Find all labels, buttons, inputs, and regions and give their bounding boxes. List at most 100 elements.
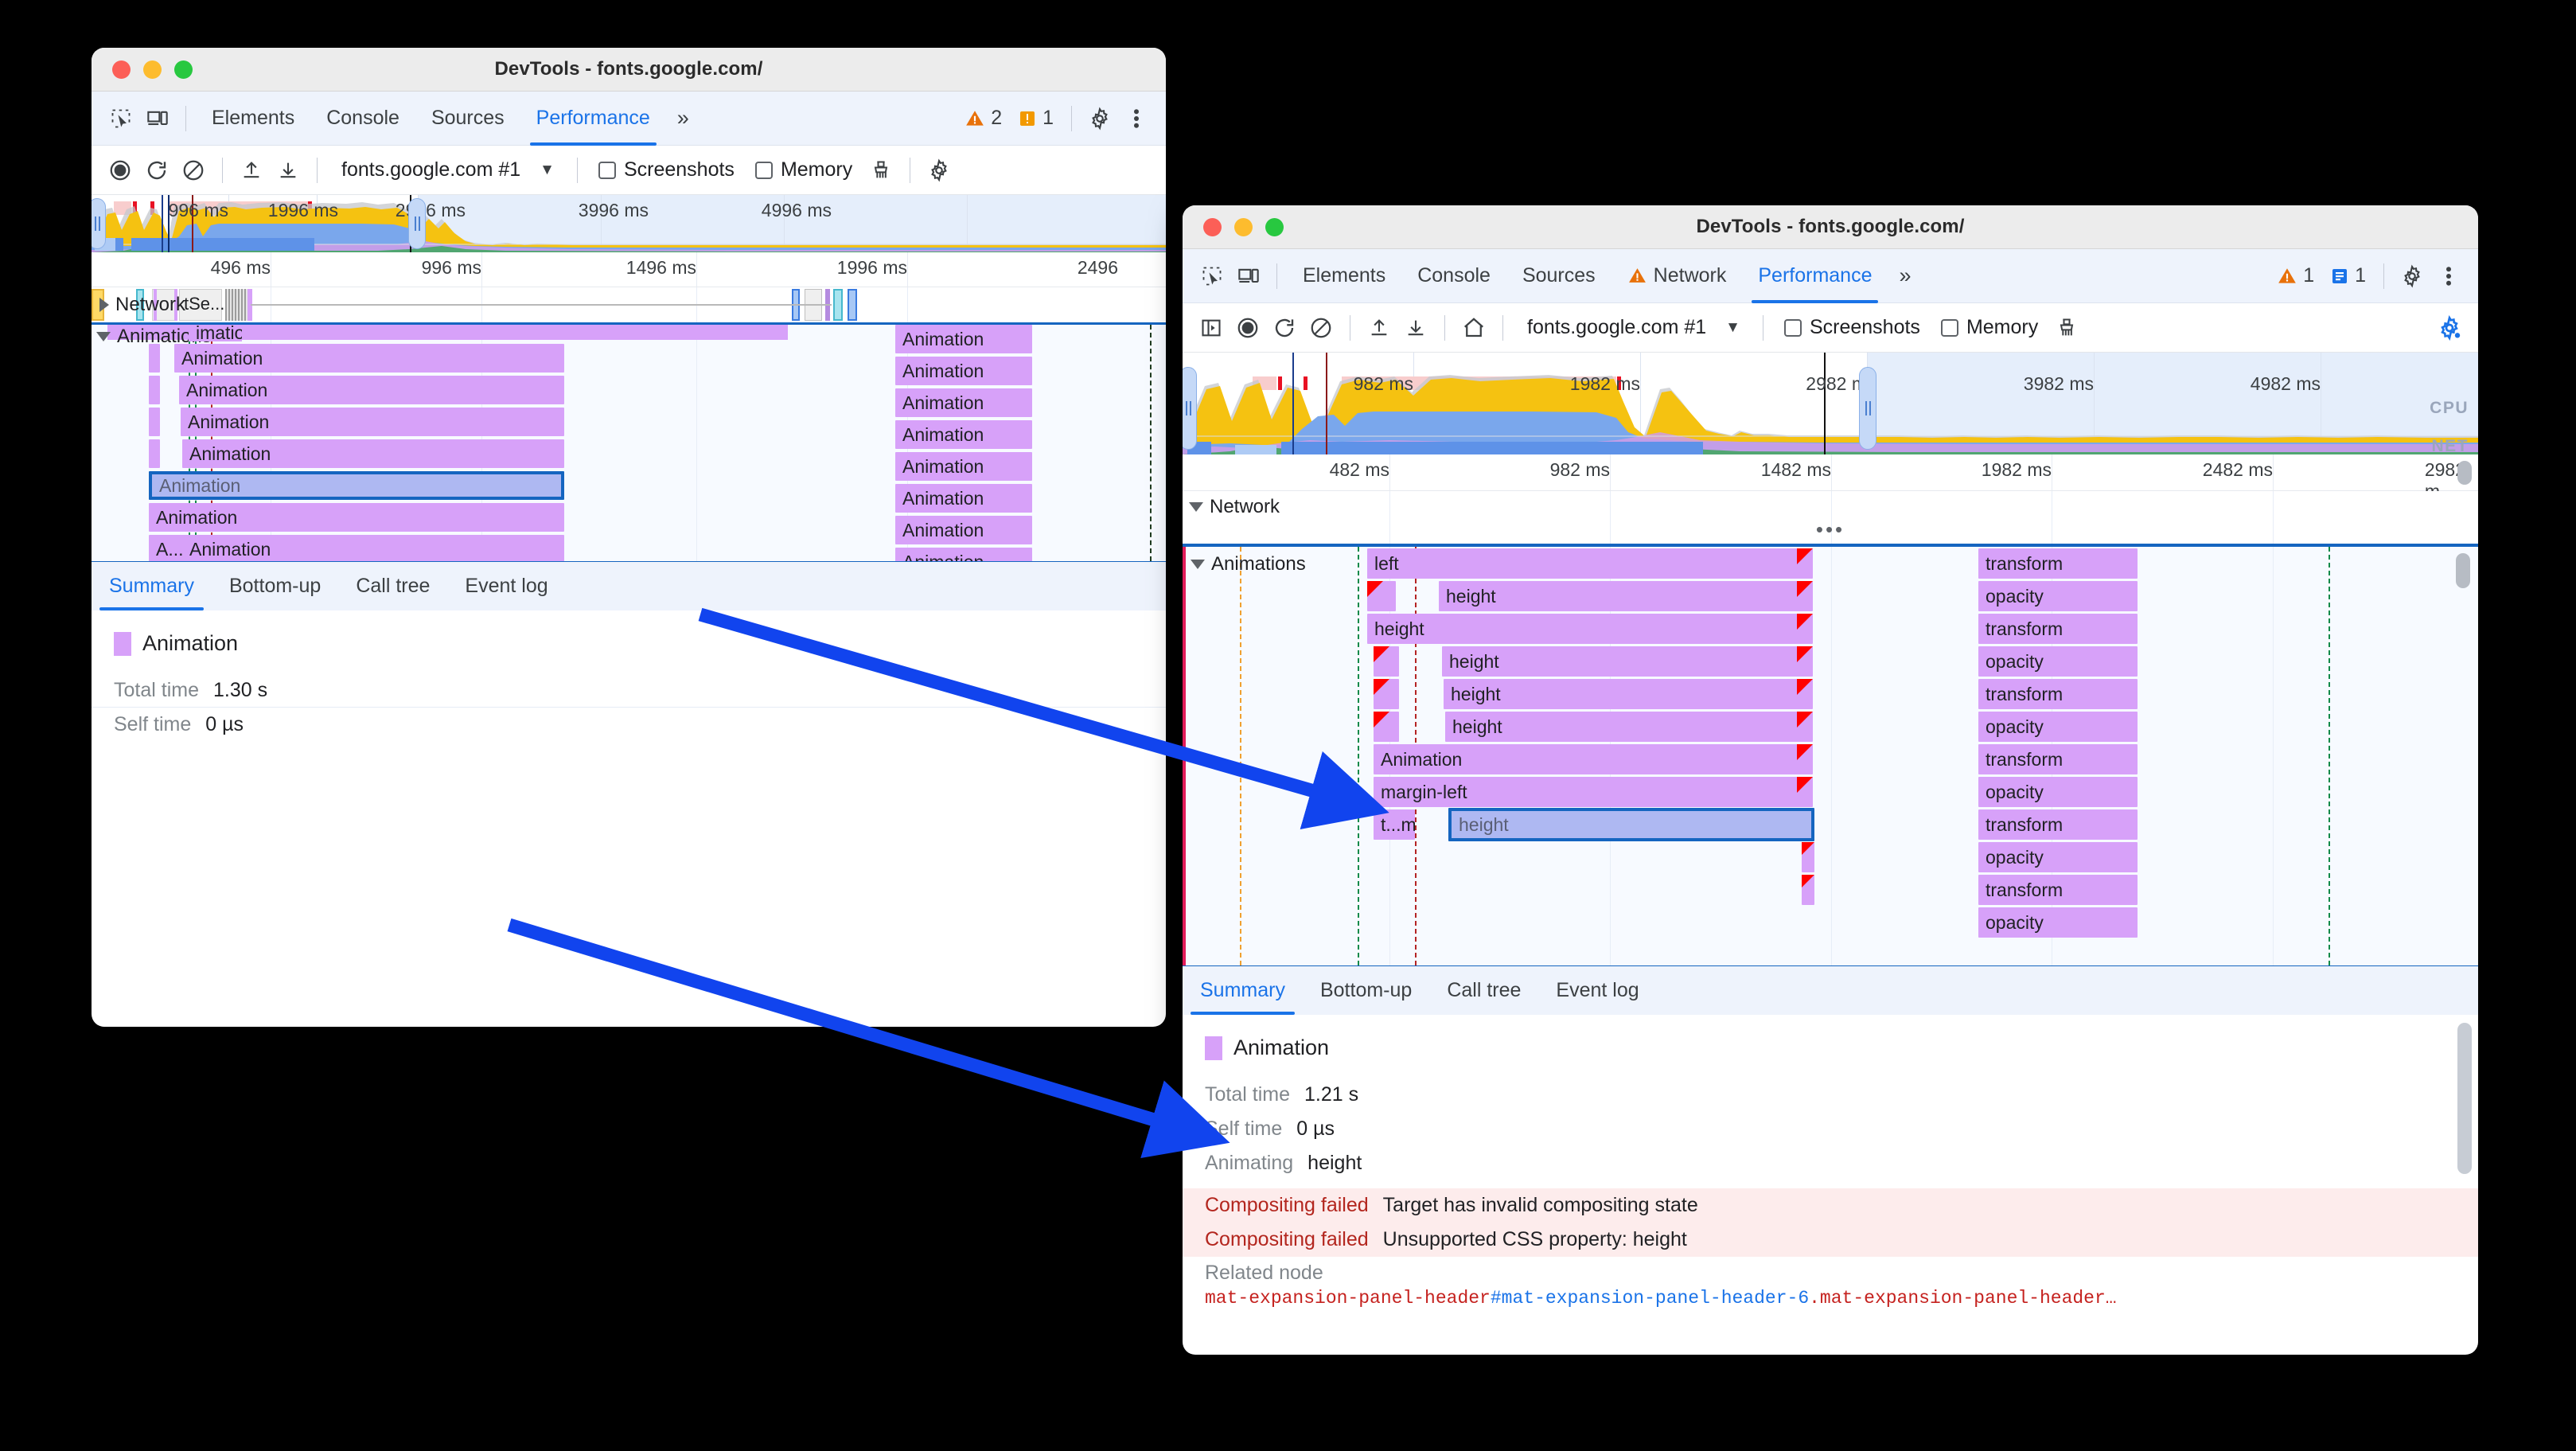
network-group-header[interactable]: Network (1189, 496, 1280, 518)
info-badge[interactable]: 1 (2322, 264, 2374, 287)
chevron-down-icon[interactable] (1189, 502, 1203, 512)
warning-badge[interactable]: 1 (2269, 264, 2322, 287)
animation-label-bar[interactable]: opacity (1978, 646, 2138, 677)
more-tabs-icon[interactable]: » (1888, 263, 1922, 288)
window1-detail-tabs[interactable]: Summary Bottom-up Call tree Event log (92, 561, 1166, 610)
collect-garbage-icon[interactable] (863, 153, 898, 188)
summary-scrollbar-thumb[interactable] (2457, 1023, 2472, 1174)
gear-icon[interactable] (1081, 100, 1118, 137)
animation-bar[interactable]: height (1442, 646, 1813, 677)
animation-bar[interactable]: Animation (179, 376, 564, 404)
window1-titlebar[interactable]: DevTools - fonts.google.com/ (92, 48, 1166, 92)
overview-range-handle-left[interactable] (92, 198, 106, 249)
animation-label-bar[interactable]: transform (1978, 614, 2138, 644)
screenshots-checkbox-box[interactable] (1783, 318, 1802, 337)
chevron-down-icon[interactable] (96, 332, 111, 341)
animation-label-bar[interactable]: transform (1978, 809, 2138, 840)
animation-label-bar[interactable]: opacity (1978, 907, 2138, 938)
record-icon[interactable] (103, 153, 138, 188)
tab-elements[interactable]: Elements (1287, 249, 1401, 303)
window1-perf-toolbar[interactable]: fonts.google.com #1 ▼ Screenshots Memory (92, 146, 1166, 195)
animation-bar[interactable]: height (1439, 581, 1813, 611)
memory-checkbox-box[interactable] (754, 161, 773, 179)
upload-profile-icon[interactable] (234, 153, 269, 188)
tab-bottom-up[interactable]: Bottom-up (212, 561, 338, 610)
overview-range-handle-left[interactable] (1183, 367, 1197, 450)
animation-bar[interactable]: height (1445, 712, 1813, 742)
animation-label-bar[interactable]: opacity (1978, 842, 2138, 872)
animation-bar-selected[interactable]: Animation (149, 471, 564, 500)
window2-detail-tabs[interactable]: Summary Bottom-up Call tree Event log (1183, 965, 2478, 1015)
inspect-element-icon[interactable] (1194, 258, 1230, 294)
tab-event-log[interactable]: Event log (447, 561, 565, 610)
animation-bar[interactable] (149, 408, 160, 436)
related-node-id[interactable]: #mat-expansion-panel-header-6 (1491, 1288, 1809, 1309)
screenshots-checkbox[interactable]: Screenshots (1775, 316, 1930, 339)
animation-bar-selected[interactable]: height (1448, 808, 1814, 841)
animation-bar[interactable]: t...m (1374, 809, 1415, 840)
issues-badge[interactable]: 1 (1010, 107, 1062, 130)
animation-label-bar[interactable]: opacity (1978, 777, 2138, 807)
window1-animations-track[interactable]: Animations imation Animation Animation A… (92, 322, 1166, 561)
warning-badge[interactable]: 2 (957, 107, 1010, 130)
chevron-down-icon[interactable]: ▼ (1721, 319, 1752, 337)
gear-icon[interactable] (2394, 258, 2430, 294)
animation-bar[interactable] (149, 439, 160, 468)
tab-summary[interactable]: Summary (1183, 965, 1303, 1015)
overview-scrollbar-thumb[interactable] (2457, 461, 2472, 485)
tab-summary[interactable]: Summary (92, 561, 212, 610)
animation-bar[interactable]: Animation (1374, 744, 1813, 774)
animation-label-bar[interactable]: Animation (895, 420, 1032, 449)
overview-range-handle-right[interactable] (1859, 367, 1876, 450)
animation-bar[interactable]: Animation (182, 535, 564, 561)
related-node-class[interactable]: .mat-expansion-panel-header… (1809, 1288, 2116, 1309)
animation-bar[interactable]: imation (189, 325, 242, 341)
animation-label-bar[interactable]: Animation (895, 388, 1032, 417)
devtools-window-2[interactable]: DevTools - fonts.google.com/ Elements Co… (1183, 205, 2478, 1355)
animation-bar[interactable]: Animation (182, 439, 564, 468)
tab-performance[interactable]: Performance (520, 92, 666, 146)
record-icon[interactable] (1230, 310, 1265, 345)
overview-range-handle-right[interactable] (408, 198, 426, 249)
animation-label-bar[interactable]: transform (1978, 744, 2138, 774)
animation-label-bar[interactable]: opacity (1978, 581, 2138, 611)
record-reload-icon[interactable] (139, 153, 174, 188)
animation-bar[interactable]: left (1367, 548, 1813, 579)
window1-tabstrip[interactable]: Elements Console Sources Performance » 2… (92, 92, 1166, 146)
toggle-sidebar-icon[interactable] (1194, 310, 1229, 345)
tab-call-tree[interactable]: Call tree (1429, 965, 1538, 1015)
clear-icon[interactable] (1304, 310, 1339, 345)
tab-elements[interactable]: Elements (196, 92, 310, 146)
window2-titlebar[interactable]: DevTools - fonts.google.com/ (1183, 205, 2478, 249)
device-toolbar-icon[interactable] (1230, 258, 1267, 294)
animation-label-bar[interactable]: opacity (1978, 712, 2138, 742)
tab-sources[interactable]: Sources (1506, 249, 1611, 303)
animation-bar[interactable]: Animation (174, 344, 564, 373)
network-group-header[interactable]: Network (99, 294, 185, 316)
animation-label-bar[interactable]: Animation (895, 452, 1032, 481)
collect-garbage-icon[interactable] (2049, 310, 2084, 345)
download-profile-icon[interactable] (1398, 310, 1433, 345)
capture-settings-gear-icon[interactable] (922, 153, 957, 188)
window1-network-track[interactable]: Network tSe... (92, 287, 1166, 322)
chevron-down-icon[interactable]: ▼ (535, 162, 566, 179)
track-scrollbar-thumb[interactable] (2456, 553, 2470, 588)
device-toolbar-icon[interactable] (139, 100, 176, 137)
animation-bar[interactable] (149, 344, 160, 373)
more-options-icon[interactable] (1118, 100, 1155, 137)
inspect-element-icon[interactable] (103, 100, 139, 137)
animation-label-bar[interactable]: Animation (895, 516, 1032, 544)
more-options-icon[interactable] (2430, 258, 2467, 294)
tab-sources[interactable]: Sources (415, 92, 520, 146)
tab-event-log[interactable]: Event log (1538, 965, 1656, 1015)
download-profile-icon[interactable] (271, 153, 306, 188)
profile-selector-value[interactable]: fonts.google.com #1 (329, 158, 533, 181)
record-reload-icon[interactable] (1267, 310, 1302, 345)
animation-label-bar[interactable]: Animation (895, 548, 1032, 561)
animation-label-bar[interactable]: transform (1978, 875, 2138, 905)
animation-bar[interactable]: height (1444, 679, 1813, 709)
animation-bar[interactable]: Animation (181, 408, 564, 436)
capture-settings-gear-icon[interactable] (2432, 310, 2467, 345)
animation-bar[interactable]: Animation (149, 503, 564, 532)
tab-console[interactable]: Console (1401, 249, 1506, 303)
